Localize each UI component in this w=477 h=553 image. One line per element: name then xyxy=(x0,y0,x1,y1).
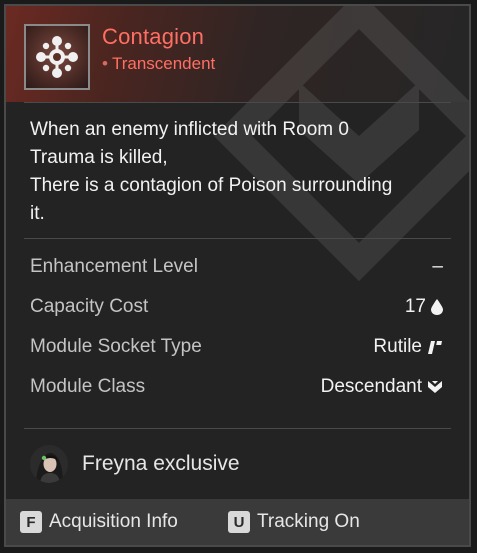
module-class-value: Descendant xyxy=(320,376,422,397)
stat-value: 17 xyxy=(405,296,443,318)
u-key-icon: U xyxy=(228,511,250,533)
stat-label: Module Socket Type xyxy=(30,336,202,357)
freyna-avatar xyxy=(30,445,68,483)
capacity-drop-icon xyxy=(431,299,443,315)
stat-label: Capacity Cost xyxy=(30,296,149,317)
rutile-socket-icon xyxy=(428,341,442,354)
module-stats: Enhancement Level – Capacity Cost 17 Mod… xyxy=(30,256,443,416)
stat-value: – xyxy=(432,256,443,278)
module-tooltip-card: Contagion • Transcendent When an enemy in… xyxy=(4,4,471,547)
exclusive-owner-label: Freyna exclusive xyxy=(82,452,240,475)
f-key-icon: F xyxy=(20,511,42,533)
module-header: Contagion • Transcendent xyxy=(6,6,469,282)
stat-enhancement-level: Enhancement Level – xyxy=(30,256,443,296)
contagion-module-icon xyxy=(24,24,90,90)
module-description: When an enemy inflicted with Room 0 Trau… xyxy=(30,116,450,228)
socket-type-value: Rutile xyxy=(373,336,422,357)
capacity-cost-value: 17 xyxy=(404,296,426,317)
stat-module-socket-type: Module Socket Type Rutile xyxy=(30,336,443,376)
descendant-class-icon xyxy=(428,381,442,393)
tracking-label: Tracking On xyxy=(257,511,360,532)
description-line: There is a contagion of Poison surroundi… xyxy=(30,175,393,196)
stat-value: Descendant xyxy=(321,376,443,398)
stat-capacity-cost: Capacity Cost 17 xyxy=(30,296,443,336)
module-tier-label: Transcendent xyxy=(111,54,216,73)
exclusive-owner: Freyna exclusive xyxy=(30,444,240,484)
stat-value: Rutile xyxy=(373,336,443,358)
module-name: Contagion xyxy=(102,24,205,49)
divider xyxy=(24,238,451,239)
tooltip-footer: F Acquisition Info U Tracking On xyxy=(6,499,469,545)
description-line: it. xyxy=(30,203,45,224)
description-line: Trauma is killed, xyxy=(30,147,168,168)
acquisition-info-button[interactable]: F Acquisition Info xyxy=(20,511,178,533)
description-line: When an enemy inflicted with Room 0 xyxy=(30,119,349,140)
module-tier: • Transcendent xyxy=(102,54,216,73)
divider xyxy=(24,102,451,103)
tracking-toggle-button[interactable]: U Tracking On xyxy=(228,511,360,533)
stat-label: Module Class xyxy=(30,376,146,397)
divider xyxy=(24,428,451,429)
enhancement-level-value: – xyxy=(432,256,443,277)
stat-module-class: Module Class Descendant xyxy=(30,376,443,416)
acquisition-info-label: Acquisition Info xyxy=(49,511,178,532)
stat-label: Enhancement Level xyxy=(30,256,198,277)
